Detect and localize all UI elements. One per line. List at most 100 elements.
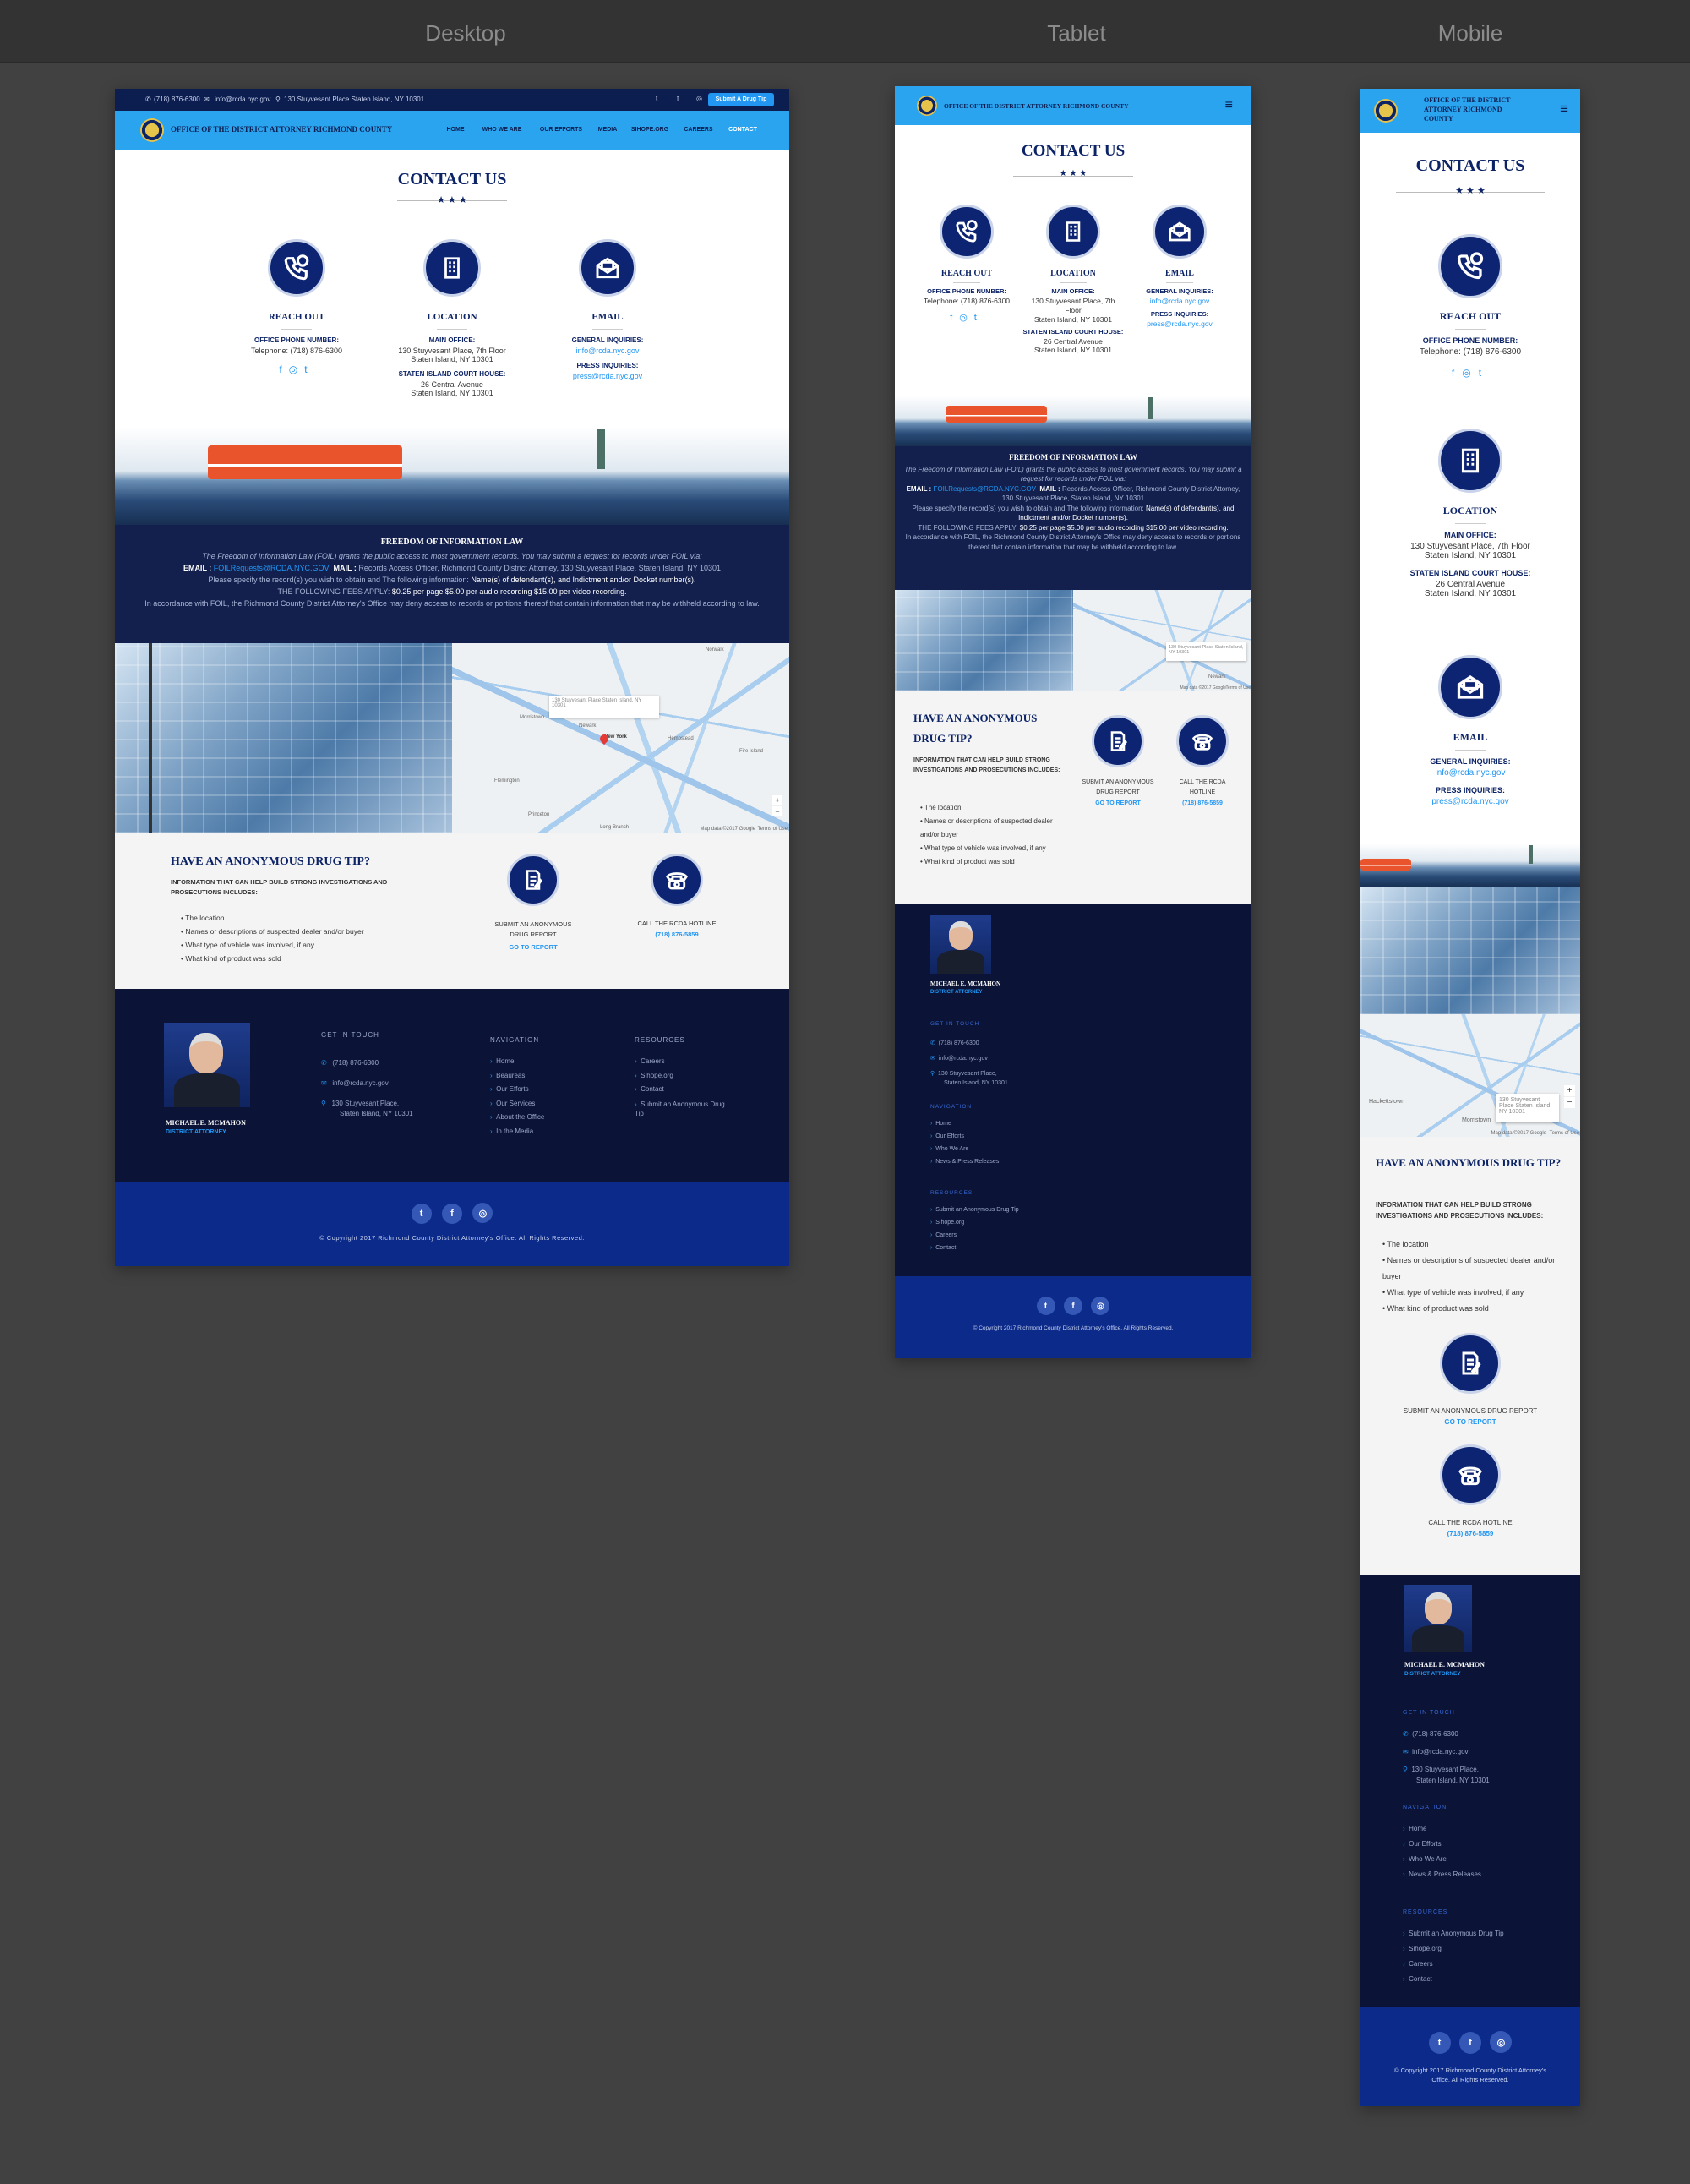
general-inquiries-link[interactable]: info@rcda.nyc.gov xyxy=(536,347,679,355)
press-inquiries-link[interactable]: press@rcda.nyc.gov xyxy=(1125,319,1235,328)
footer-nav-item[interactable]: › In the Media xyxy=(490,1125,544,1139)
seal-logo-icon[interactable] xyxy=(1374,99,1398,123)
footer-nav-item[interactable]: › Beaureas xyxy=(490,1069,544,1084)
report-document-icon[interactable] xyxy=(1440,1333,1501,1394)
foil-email-link[interactable]: FOILRequests@RCDA.NYC.GOV xyxy=(933,485,1035,493)
rotary-phone-icon[interactable] xyxy=(1440,1444,1501,1505)
footer-nav-item[interactable]: › Home xyxy=(1403,1821,1481,1837)
map-terms-link[interactable]: Terms of Use xyxy=(758,827,788,832)
zoom-in-button[interactable]: + xyxy=(772,795,782,805)
report-document-icon[interactable] xyxy=(507,854,559,906)
footer-resource-item[interactable]: › Contact xyxy=(635,1083,728,1097)
footer-nav-item[interactable]: › News & Press Releases xyxy=(930,1155,999,1168)
general-inquiries-link[interactable]: info@rcda.nyc.gov xyxy=(1125,297,1235,305)
nav-media[interactable]: MEDIA xyxy=(591,127,624,133)
instagram-icon[interactable]: ◎ xyxy=(472,1203,493,1223)
nav-who-we-are[interactable]: WHO WE ARE xyxy=(472,127,532,133)
facebook-icon[interactable]: f xyxy=(1459,2031,1481,2054)
go-to-report-link[interactable]: GO TO REPORT xyxy=(1360,1418,1580,1426)
instagram-icon[interactable]: ◎ xyxy=(959,313,974,323)
footer-resource-item[interactable]: › Submit an Anonymous Drug Tip xyxy=(1403,1926,1504,1941)
footer-nav-item[interactable]: › News & Press Releases xyxy=(1403,1867,1481,1882)
facebook-icon[interactable]: f xyxy=(950,313,959,323)
footer-email[interactable]: info@rcda.nyc.gov xyxy=(939,1056,988,1062)
submit-tip-button[interactable]: Submit A Drug Tip xyxy=(708,93,774,106)
zoom-out-button[interactable]: − xyxy=(772,806,782,816)
instagram-icon[interactable]: ◎ xyxy=(1490,2031,1513,2053)
twitter-icon[interactable]: t xyxy=(656,95,657,102)
hamburger-menu-icon[interactable]: ≡ xyxy=(1560,101,1568,117)
footer-phone[interactable]: (718) 876-6300 xyxy=(939,1040,979,1046)
map-terms-link[interactable]: Terms of Use xyxy=(1226,685,1251,691)
twitter-icon[interactable]: t xyxy=(304,363,313,375)
instagram-icon[interactable]: ◎ xyxy=(696,95,702,102)
brand-name[interactable]: OFFICE OF THE DISTRICT ATTORNEY RICHMOND… xyxy=(171,125,392,134)
location-map[interactable]: Newark New York Morristown Hempstead Fle… xyxy=(452,643,789,833)
footer-resource-item[interactable]: › Submit an Anonymous Drug Tip xyxy=(930,1204,1019,1216)
twitter-icon[interactable]: t xyxy=(974,313,984,323)
facebook-icon[interactable]: f xyxy=(1064,1297,1082,1315)
twitter-icon[interactable]: t xyxy=(1428,2031,1451,2054)
map-terms-link[interactable]: Terms of Use xyxy=(1550,1131,1579,1136)
seal-logo-icon[interactable] xyxy=(140,118,164,142)
facebook-icon[interactable]: f xyxy=(442,1203,462,1224)
hamburger-menu-icon[interactable]: ≡ xyxy=(1225,98,1233,113)
report-document-icon[interactable] xyxy=(1092,715,1144,767)
go-to-report-link[interactable]: GO TO REPORT xyxy=(470,943,597,951)
nav-our-efforts[interactable]: OUR EFFORTS xyxy=(532,127,591,133)
map-popup[interactable]: 130 Stuyvesant Place Staten Island, NY 1… xyxy=(1166,642,1246,661)
footer-resource-item[interactable]: › Careers xyxy=(1403,1957,1504,1972)
seal-logo-icon[interactable] xyxy=(917,96,937,116)
twitter-icon[interactable]: t xyxy=(1479,367,1489,379)
footer-resource-item[interactable]: › Contact xyxy=(930,1242,1019,1254)
zoom-in-button[interactable]: + xyxy=(1564,1085,1575,1096)
map-popup[interactable]: 130 Stuyvesant Place Staten Island, NY 1… xyxy=(1496,1094,1559,1122)
location-map[interactable]: Hackettstown Morristown 130 Stuyvesant P… xyxy=(1360,1014,1580,1137)
footer-email[interactable]: info@rcda.nyc.gov xyxy=(332,1079,388,1087)
footer-resource-item[interactable]: › Sihope.org xyxy=(930,1216,1019,1229)
location-map[interactable]: 130 Stuyvesant Place Staten Island, NY 1… xyxy=(1073,590,1251,691)
footer-resource-item[interactable]: › Careers xyxy=(930,1229,1019,1242)
rotary-phone-icon[interactable] xyxy=(1176,715,1229,767)
press-inquiries-link[interactable]: press@rcda.nyc.gov xyxy=(1360,797,1580,806)
zoom-out-button[interactable]: − xyxy=(1564,1097,1575,1108)
foil-email-link[interactable]: FOILRequests@RCDA.NYC.GOV xyxy=(214,564,330,572)
office-phone-value[interactable]: Telephone: (718) 876-6300 xyxy=(912,297,1022,305)
footer-nav-item[interactable]: › Home xyxy=(490,1055,544,1069)
instagram-icon[interactable]: ◎ xyxy=(1462,367,1478,379)
office-phone-value[interactable]: Telephone: (718) 876-6300 xyxy=(225,347,368,355)
office-phone-value[interactable]: Telephone: (718) 876-6300 xyxy=(1360,347,1580,357)
footer-resource-item[interactable]: › Sihope.org xyxy=(635,1069,728,1084)
topbar-email[interactable]: info@rcda.nyc.gov xyxy=(215,96,270,103)
general-inquiries-link[interactable]: info@rcda.nyc.gov xyxy=(1360,768,1580,778)
instagram-icon[interactable]: ◎ xyxy=(1091,1297,1110,1315)
footer-nav-item[interactable]: › Our Efforts xyxy=(1403,1837,1481,1852)
instagram-icon[interactable]: ◎ xyxy=(289,363,304,375)
twitter-icon[interactable]: t xyxy=(1036,1297,1055,1315)
footer-phone[interactable]: (718) 876-6300 xyxy=(1412,1730,1458,1738)
hotline-number[interactable]: (718) 876-5859 xyxy=(1360,1530,1580,1537)
map-popup[interactable]: 130 Stuyvesant Place Staten Island, NY 1… xyxy=(549,696,659,718)
go-to-report-link[interactable]: GO TO REPORT xyxy=(1079,800,1157,806)
footer-nav-item[interactable]: › Our Efforts xyxy=(930,1130,999,1143)
footer-phone[interactable]: (718) 876-6300 xyxy=(332,1059,379,1067)
nav-sihope[interactable]: SIHOPE.ORG xyxy=(624,127,675,133)
nav-careers[interactable]: CAREERS xyxy=(675,127,722,133)
rotary-phone-icon[interactable] xyxy=(651,854,703,906)
footer-nav-item[interactable]: › About the Office xyxy=(490,1111,544,1125)
footer-nav-item[interactable]: › Who We Are xyxy=(930,1143,999,1155)
nav-home[interactable]: HOME xyxy=(439,127,472,133)
footer-nav-item[interactable]: › Our Efforts xyxy=(490,1083,544,1097)
hotline-number[interactable]: (718) 876-5859 xyxy=(1164,800,1241,806)
footer-nav-item[interactable]: › Who We Are xyxy=(1403,1852,1481,1867)
facebook-icon[interactable]: f xyxy=(677,95,679,102)
hotline-number[interactable]: (718) 876-5859 xyxy=(613,931,740,938)
footer-nav-item[interactable]: › Home xyxy=(930,1117,999,1130)
brand-name[interactable]: OFFICE OF THE DISTRICT ATTORNEY RICHMOND… xyxy=(1424,96,1525,123)
footer-resource-item[interactable]: › Sihope.org xyxy=(1403,1941,1504,1957)
press-inquiries-link[interactable]: press@rcda.nyc.gov xyxy=(536,372,679,380)
topbar-phone[interactable]: (718) 876-6300 xyxy=(154,96,200,103)
facebook-icon[interactable]: f xyxy=(1452,367,1462,379)
twitter-icon[interactable]: t xyxy=(411,1203,432,1224)
footer-email[interactable]: info@rcda.nyc.gov xyxy=(1412,1748,1468,1755)
